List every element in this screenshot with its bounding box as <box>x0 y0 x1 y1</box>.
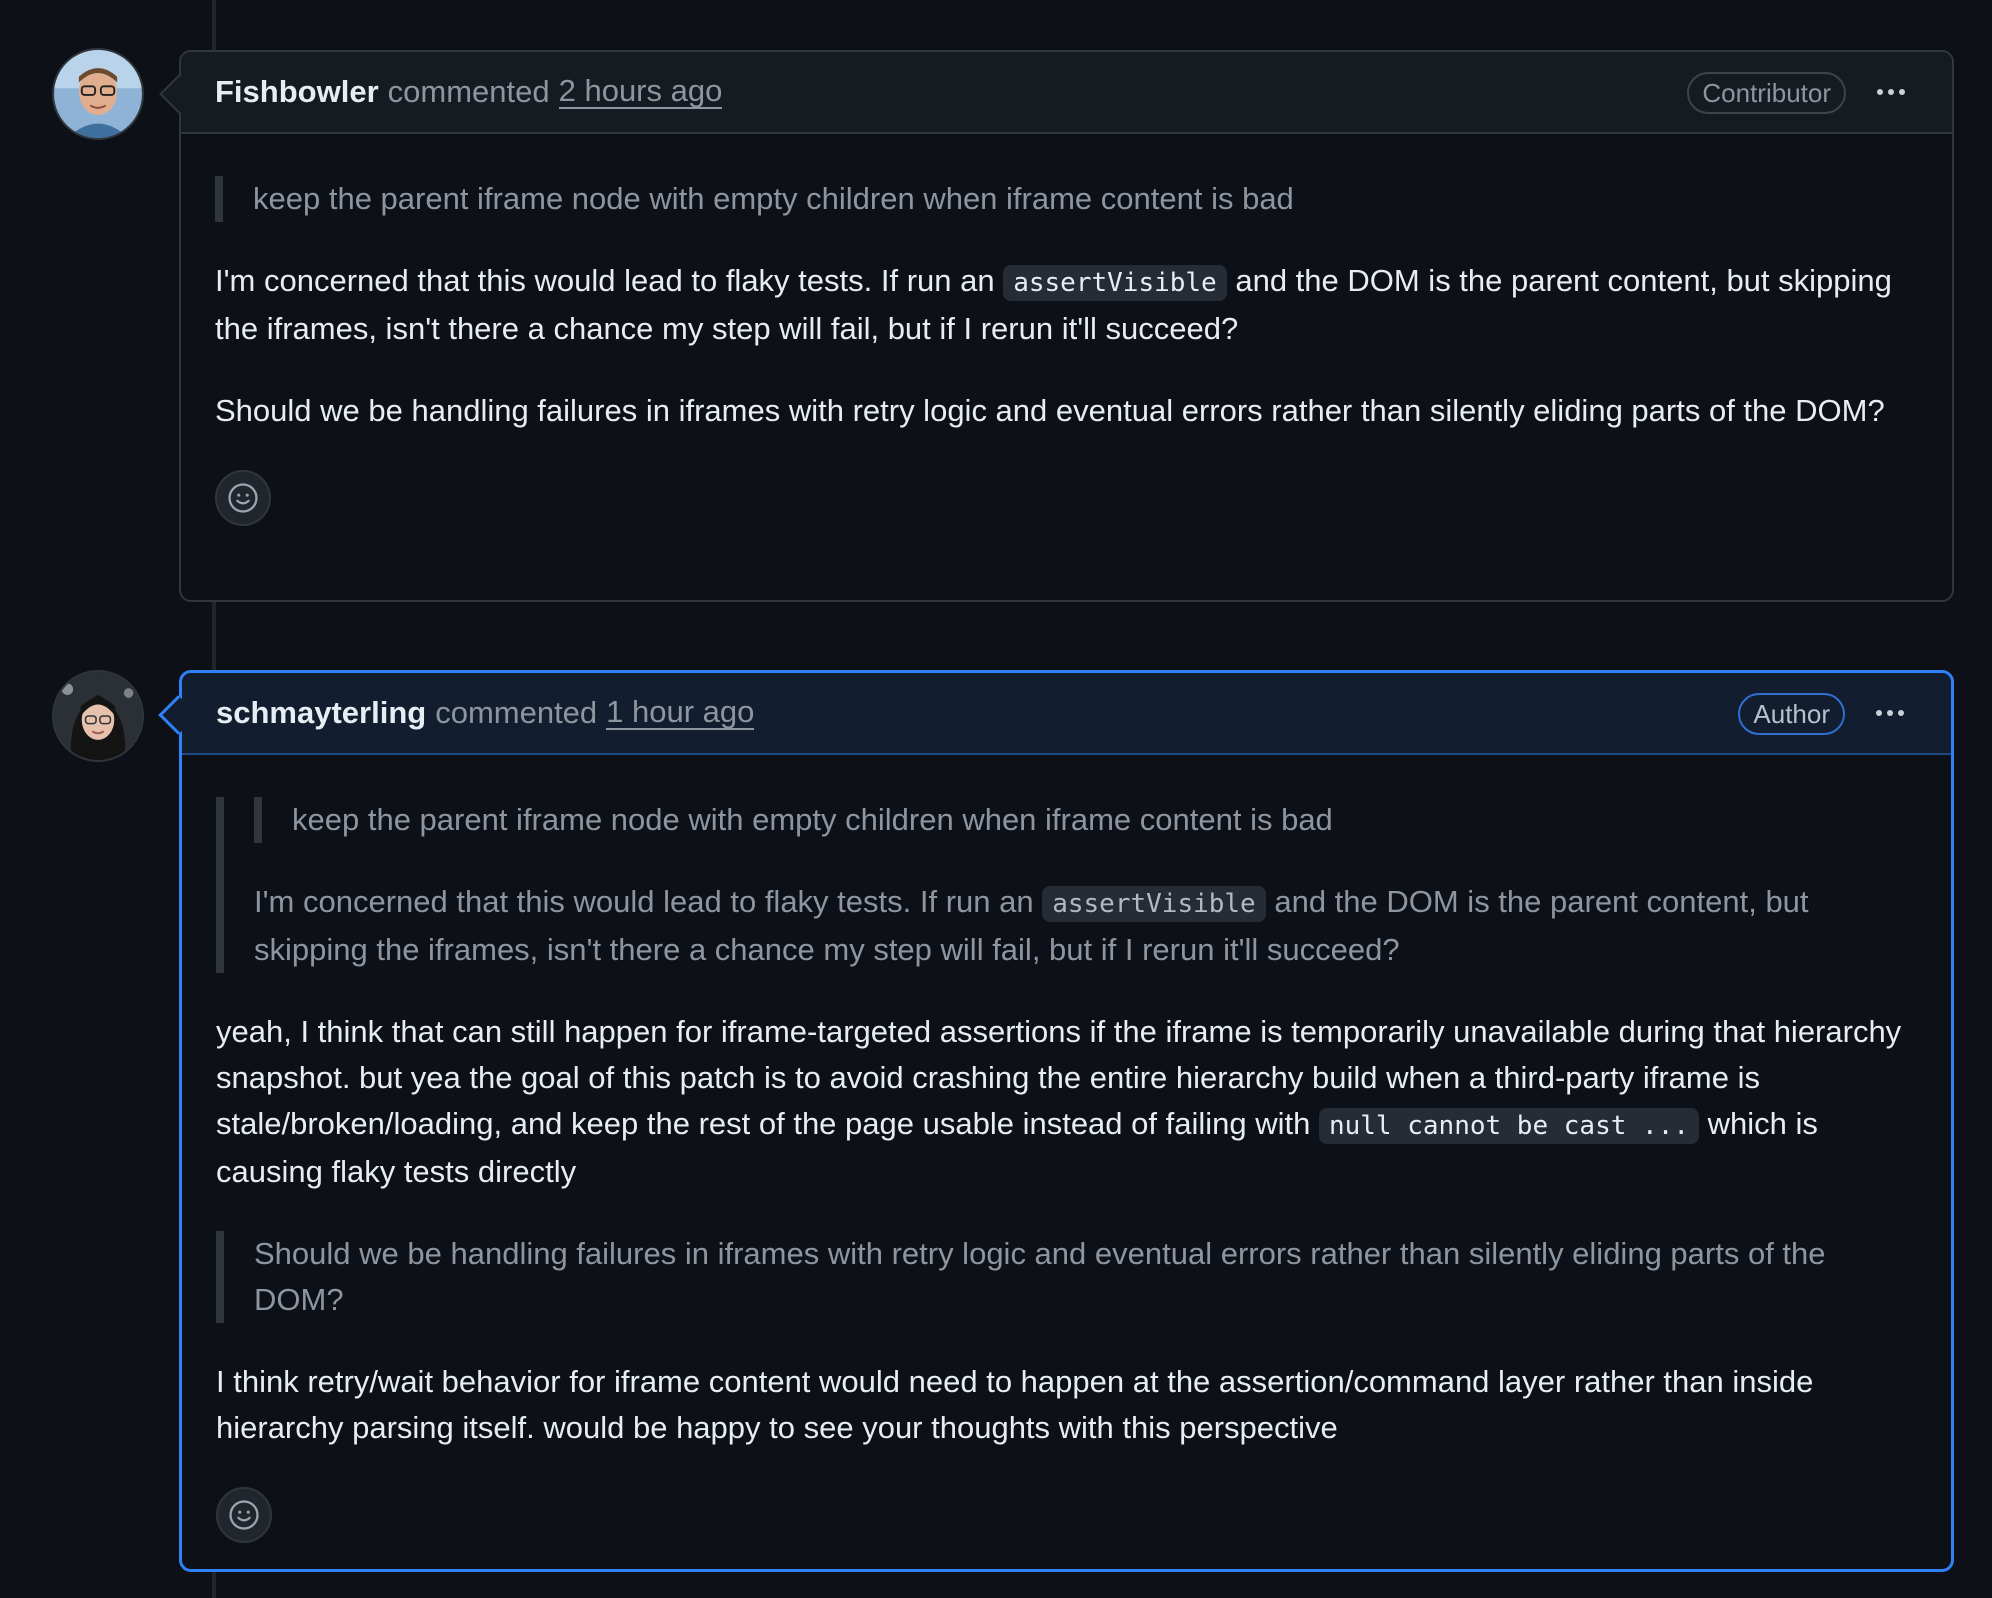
inline-code: assertVisible <box>1042 886 1266 922</box>
kebab-horizontal-icon[interactable] <box>1870 72 1912 112</box>
comment-fishbowler: Fishbowler commented 2 hours ago Contrib… <box>159 50 1954 602</box>
inline-code: null cannot be cast ... <box>1318 1108 1699 1144</box>
comment-author[interactable]: Fishbowler <box>215 74 379 110</box>
avatar-schmayterling[interactable] <box>52 670 144 762</box>
comment-verb: commented <box>387 74 550 109</box>
avatar-image <box>54 50 142 138</box>
add-reaction-button[interactable] <box>215 470 271 526</box>
comment-header: Fishbowler commented 2 hours ago Contrib… <box>159 52 1952 134</box>
add-reaction-button[interactable] <box>216 1487 272 1543</box>
quote-paragraph: keep the parent iframe node with empty c… <box>253 181 1294 216</box>
comment-schmayterling: schmayterling commented 1 hour ago Autho… <box>158 670 1954 1572</box>
comment-caret <box>159 74 199 114</box>
comment-paragraph: I'm concerned that this would lead to fl… <box>215 263 1892 346</box>
kebab-horizontal-icon[interactable] <box>1869 693 1911 733</box>
comment-paragraph: yeah, I think that can still happen for … <box>216 1014 1902 1189</box>
comment-body: keep the parent iframe node with empty c… <box>182 755 1951 1543</box>
comment-paragraph: Should we be handling failures in iframe… <box>215 393 1885 428</box>
avatar-fishbowler[interactable] <box>52 48 144 140</box>
comment-caret <box>158 695 198 735</box>
comment-header: schmayterling commented 1 hour ago Autho… <box>158 673 1951 755</box>
comment-timestamp[interactable]: 2 hours ago <box>558 74 723 110</box>
quote-paragraph: keep the parent iframe node with empty c… <box>292 802 1333 837</box>
role-badge: Contributor <box>1687 72 1846 114</box>
comment-author[interactable]: schmayterling <box>216 695 426 731</box>
avatar-image <box>54 672 142 760</box>
smiley-icon <box>228 483 258 513</box>
smiley-icon <box>229 1500 259 1530</box>
comment-verb: commented <box>435 695 598 730</box>
quote-paragraph: Should we be handling failures in iframe… <box>254 1236 1826 1317</box>
quoted-text: keep the parent iframe node with empty c… <box>215 176 1918 222</box>
quoted-text: keep the parent iframe node with empty c… <box>216 797 1917 973</box>
inline-code: assertVisible <box>1003 265 1227 301</box>
comment-paragraph: I think retry/wait behavior for iframe c… <box>216 1364 1814 1445</box>
quote-paragraph: I'm concerned that this would lead to fl… <box>254 884 1809 967</box>
quoted-text: Should we be handling failures in iframe… <box>216 1231 1917 1323</box>
comment-timestamp[interactable]: 1 hour ago <box>606 695 755 731</box>
comment-body: keep the parent iframe node with empty c… <box>181 134 1952 526</box>
nested-quoted-text: keep the parent iframe node with empty c… <box>254 797 1917 843</box>
role-badge: Author <box>1738 693 1845 735</box>
